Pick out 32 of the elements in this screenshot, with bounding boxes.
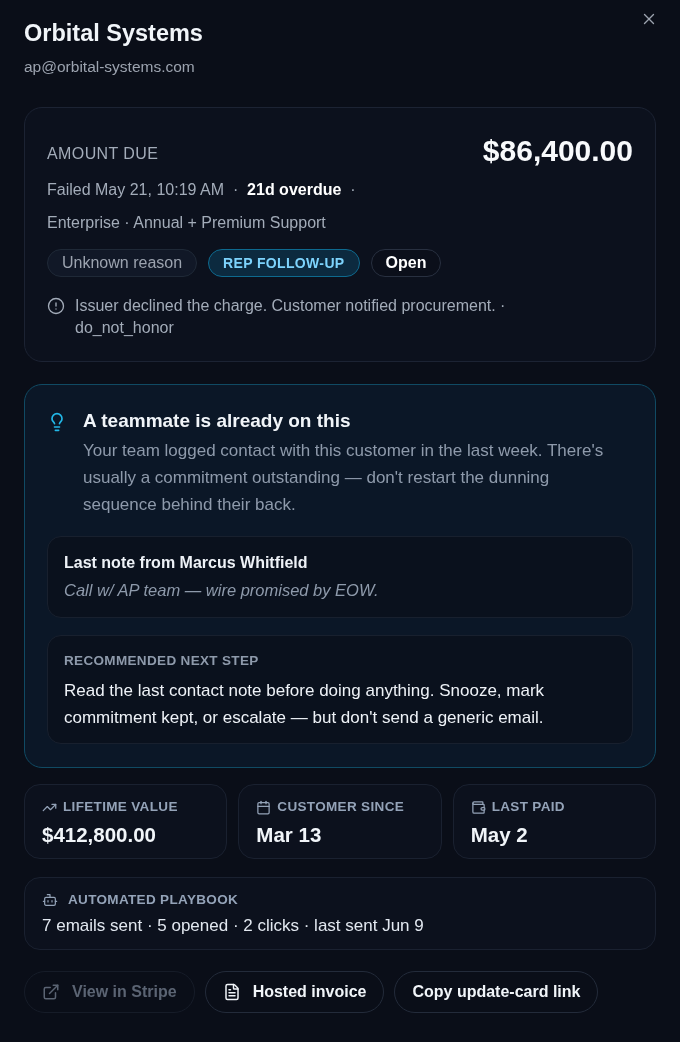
- stat-value: Mar 13: [256, 823, 323, 847]
- plan-text: Enterprise · Annual + Premium Support: [47, 213, 327, 233]
- document-icon: [222, 983, 241, 1001]
- stat-value: May 2: [470, 823, 529, 847]
- next-step-text: Read the last contact note before doing anything. Snooze, mark commitment kept, or escalate — but don't send a generic email.: [64, 680, 546, 729]
- calendar-icon: [256, 799, 272, 815]
- status-badge: Open: [370, 249, 442, 277]
- amount-due-value: $86,400.00: [482, 134, 633, 168]
- external-link-icon: [42, 983, 60, 1001]
- customer-email: ap@orbital-systems.com: [24, 57, 196, 77]
- teammate-alert-title: A teammate is already on this: [83, 409, 352, 433]
- stat-label: CUSTOMER SINCE: [277, 798, 405, 816]
- alert-icon: [47, 297, 65, 315]
- amount-due-label: AMOUNT DUE: [47, 144, 159, 164]
- follow-up-tag: REP FOLLOW-UP: [208, 249, 360, 277]
- robot-icon: [42, 892, 58, 908]
- playbook-summary: 7 emails sent · 5 opened · 2 clicks · last sent Jun 9: [42, 915, 425, 937]
- last-note-title: Last note from Marcus Whitfield: [64, 553, 309, 573]
- last-note-text: Call w/ AP team — wire promised by EOW.: [64, 580, 380, 600]
- action-button[interactable]: Hosted invoice: [204, 971, 385, 1013]
- next-step-label: RECOMMENDED NEXT STEP: [64, 653, 260, 669]
- stat-value: $412,800.00: [42, 823, 157, 847]
- action-button[interactable]: Copy update-card link: [394, 971, 599, 1013]
- failure-status-text: Failed May 21, 10:19 AM · 21d overdue ·: [47, 180, 357, 200]
- teammate-alert-text: Your team logged contact with this customer in the last week. There's usually a commitment outstanding — don't restart the dunning sequence behind their back.: [83, 440, 605, 516]
- stat-label: LAST PAID: [491, 798, 565, 816]
- customer-name: Orbital Systems: [24, 19, 204, 47]
- decline-note: Issuer declined the charge. Customer notified procurement. · do_not_honor: [75, 296, 507, 338]
- wallet-icon: [470, 799, 486, 815]
- playbook-label: AUTOMATED PLAYBOOK: [68, 891, 239, 909]
- stat-label: LIFETIME VALUE: [63, 798, 178, 816]
- reason-badge: Unknown reason: [47, 249, 198, 277]
